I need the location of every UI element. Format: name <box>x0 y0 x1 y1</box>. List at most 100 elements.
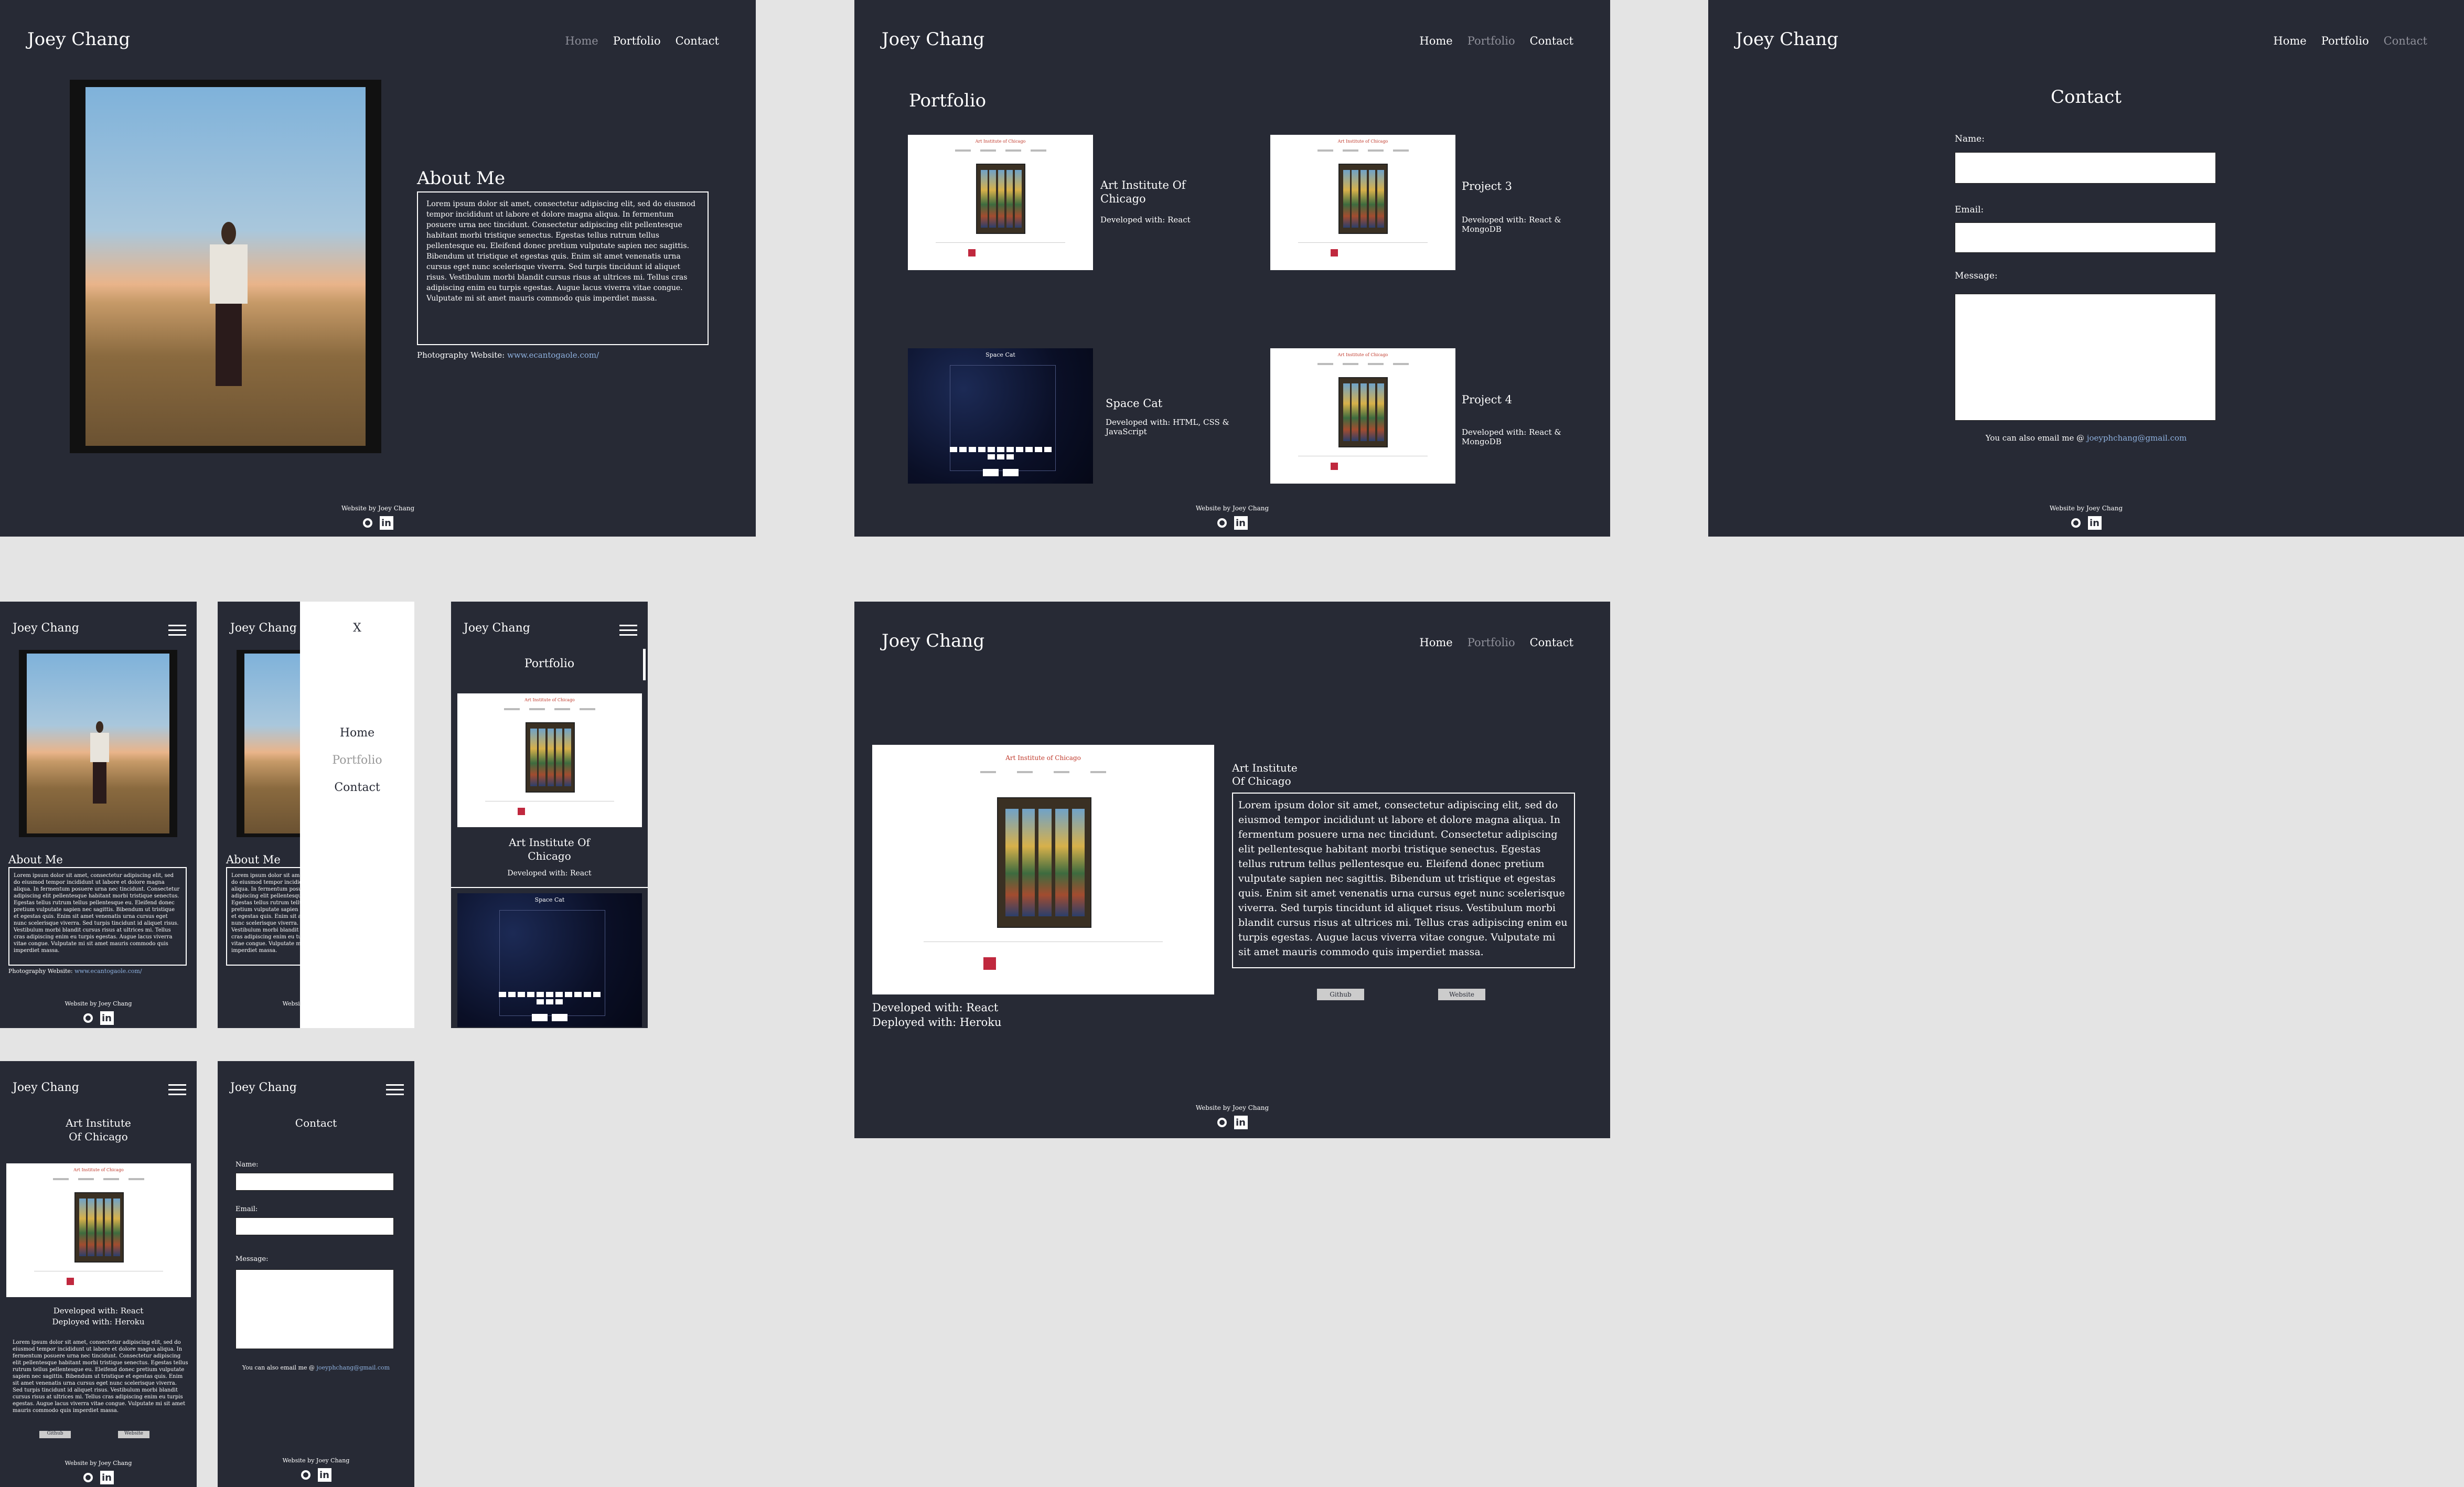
project-thumb-3[interactable]: Art Institute of Chicago <box>1270 135 1455 270</box>
brand-logo[interactable]: Joey Chang <box>27 29 130 50</box>
github-button[interactable]: Github <box>1317 989 1364 1000</box>
linkedin-icon[interactable]: in <box>1234 1116 1248 1129</box>
name-input[interactable] <box>1955 152 2216 184</box>
project-thumb-4[interactable]: Art Institute of Chicago <box>1270 348 1455 484</box>
website-button[interactable]: Website <box>118 1431 149 1438</box>
portfolio-heading: Portfolio <box>909 90 987 111</box>
nav-home[interactable]: Home <box>2273 35 2306 47</box>
nav-home[interactable]: Home <box>1419 636 1452 649</box>
nav-home[interactable]: Home <box>1419 35 1452 47</box>
project-thumb-aic[interactable]: Art Institute of Chicago <box>908 135 1093 270</box>
nav-portfolio[interactable]: Portfolio <box>1467 35 1515 47</box>
nav-contact[interactable]: Contact <box>1530 636 1573 649</box>
desktop-detail-panel: Joey Chang Home Portfolio Contact Art In… <box>854 602 1610 1138</box>
menu-portfolio[interactable]: Portfolio <box>300 754 414 767</box>
message-textarea[interactable] <box>235 1269 394 1349</box>
linkedin-icon[interactable]: in <box>1234 516 1248 530</box>
contact-email-note: You can also email me @ joeyphchang@gmai… <box>242 1364 390 1371</box>
detail-text-box: Lorem ipsum dolor sit amet, consectetur … <box>1232 793 1575 968</box>
linkedin-icon[interactable]: in <box>2087 516 2102 530</box>
menu-contact[interactable]: Contact <box>300 781 414 794</box>
contact-email-link[interactable]: joeyphchang@gmail.com <box>317 1364 390 1371</box>
nav-portfolio[interactable]: Portfolio <box>613 35 661 47</box>
brand-logo[interactable]: Joey Chang <box>464 622 530 635</box>
footer: Website by Joey Chang in <box>854 505 1610 530</box>
github-icon[interactable] <box>83 1013 93 1023</box>
message-label: Message: <box>235 1255 269 1263</box>
menu-home[interactable]: Home <box>300 726 414 740</box>
detail-deploy: Deployed with: Heroku <box>52 1317 145 1326</box>
about-heading: About Me <box>417 168 506 189</box>
profile-photo <box>19 650 177 837</box>
thumb-title: Art Institute of Chicago <box>975 139 1026 144</box>
hamburger-icon[interactable] <box>168 1084 186 1098</box>
brand-logo[interactable]: Joey Chang <box>13 1081 79 1094</box>
desktop-about-panel: Joey Chang Home Portfolio Contact About … <box>0 0 756 537</box>
contact-heading: Contact <box>295 1117 337 1129</box>
detail-dev: Developed with: React <box>872 1001 999 1014</box>
project-title[interactable]: Project 4 <box>1462 393 1512 406</box>
nav-home[interactable]: Home <box>565 35 598 47</box>
message-label: Message: <box>1955 271 1998 281</box>
portfolio-heading: Portfolio <box>524 657 575 670</box>
hamburger-icon[interactable] <box>386 1084 404 1098</box>
linkedin-icon[interactable]: in <box>100 1471 114 1484</box>
nav-portfolio[interactable]: Portfolio <box>1467 636 1515 649</box>
nav-contact[interactable]: Contact <box>676 35 719 47</box>
github-icon[interactable] <box>301 1470 310 1480</box>
brand-logo[interactable]: Joey Chang <box>882 630 984 651</box>
brand-logo[interactable]: Joey Chang <box>230 622 297 635</box>
menu-close-button[interactable]: X <box>300 622 414 635</box>
linkedin-icon[interactable]: in <box>379 516 393 530</box>
about-heading: About Me <box>226 853 281 866</box>
brand-logo[interactable]: Joey Chang <box>13 622 79 635</box>
github-icon[interactable] <box>1217 1118 1227 1127</box>
project-title[interactable]: Art Institute Of Chicago <box>1100 178 1195 206</box>
message-textarea[interactable] <box>1955 294 2216 421</box>
linkedin-icon[interactable]: in <box>317 1468 331 1482</box>
project-thumb-aic[interactable]: Art Institute of Chicago <box>457 693 642 827</box>
contact-heading: Contact <box>2050 87 2122 108</box>
footer: Website by Joey Chang in <box>1708 505 2464 530</box>
website-button[interactable]: Website <box>1438 989 1485 1000</box>
about-text-box: Lorem ipsum dolor sit amet, consectetur … <box>417 191 709 345</box>
contact-email-link[interactable]: joeyphchang@gmail.com <box>2087 433 2187 443</box>
brand-logo[interactable]: Joey Chang <box>1735 29 1838 50</box>
project-dev: Developed with: HTML, CSS & JavaScript <box>1106 418 1229 436</box>
nav-portfolio[interactable]: Portfolio <box>2321 35 2369 47</box>
detail-deploy: Deployed with: Heroku <box>872 1016 1002 1029</box>
project-title[interactable]: Art Institute Of Chicago <box>503 836 595 863</box>
footer: Website by Joey Chang in <box>854 1104 1610 1129</box>
hamburger-icon[interactable] <box>619 625 637 639</box>
github-icon[interactable] <box>362 518 372 528</box>
nav-contact[interactable]: Contact <box>2384 35 2427 47</box>
detail-dev: Developed with: React <box>53 1306 144 1315</box>
main-nav: Home Portfolio Contact <box>1419 636 1573 649</box>
github-button[interactable]: Github <box>39 1431 71 1438</box>
photography-website: Photography Website: www.ecantogaole.com… <box>417 350 599 360</box>
linkedin-icon[interactable]: in <box>100 1011 114 1025</box>
github-icon[interactable] <box>1217 518 1227 528</box>
brand-logo[interactable]: Joey Chang <box>230 1081 297 1094</box>
footer: Website by Joey Chang in <box>0 505 756 530</box>
photography-link[interactable]: www.ecantogaole.com/ <box>507 350 599 360</box>
mobile-about-panel: Joey Chang About Me Lorem ipsum dolor si… <box>0 602 197 1028</box>
project-title[interactable]: Space Cat <box>1106 397 1162 410</box>
github-icon[interactable] <box>83 1473 93 1482</box>
project-title[interactable]: Project 3 <box>1462 180 1512 192</box>
project-thumb-spacecat[interactable]: Space Cat <box>457 893 642 1027</box>
detail-title-line2: Of Chicago <box>69 1130 128 1143</box>
email-input[interactable] <box>235 1217 394 1235</box>
nav-contact[interactable]: Contact <box>1530 35 1573 47</box>
brand-logo[interactable]: Joey Chang <box>882 29 984 50</box>
email-input[interactable] <box>1955 222 2216 253</box>
project-screenshot: Art Institute of Chicago <box>6 1163 191 1297</box>
hamburger-icon[interactable] <box>168 625 186 639</box>
detail-title-line1: Art Institute <box>1232 762 1298 774</box>
photography-label: Photography Website: <box>417 350 505 360</box>
github-icon[interactable] <box>2071 518 2081 528</box>
name-input[interactable] <box>235 1173 394 1191</box>
desktop-portfolio-panel: Joey Chang Home Portfolio Contact Portfo… <box>854 0 1610 537</box>
detail-body: Lorem ipsum dolor sit amet, consectetur … <box>13 1340 188 1414</box>
project-thumb-spacecat[interactable]: Space Cat <box>908 348 1093 484</box>
